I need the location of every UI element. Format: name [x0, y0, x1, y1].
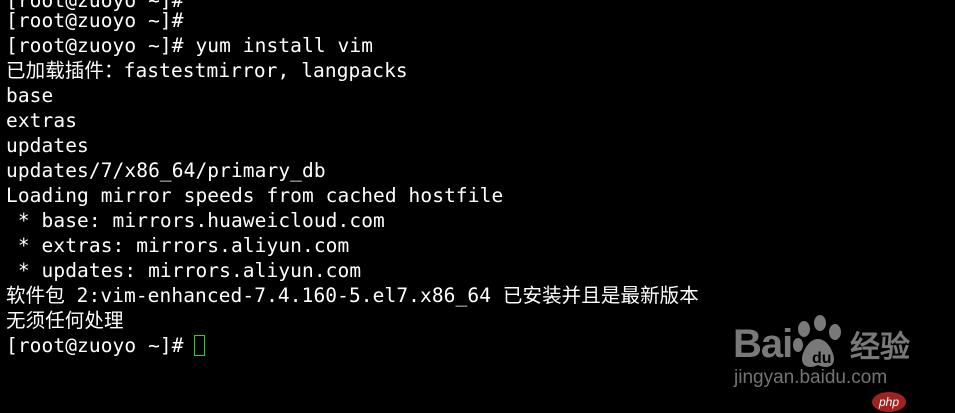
svg-text:du: du	[812, 350, 832, 367]
terminal-line: 软件包 2:vim-enhanced-7.4.160-5.el7.x86_64 …	[6, 284, 699, 307]
terminal-line: 无须任何处理	[6, 309, 124, 332]
terminal-line: extras	[6, 109, 78, 132]
baidu-paw-icon: du	[793, 315, 841, 367]
terminal-line: * updates: mirrors.aliyun.com	[6, 259, 362, 282]
terminal-line: updates	[6, 134, 89, 157]
terminal-line: * extras: mirrors.aliyun.com	[6, 234, 350, 257]
watermark-brand-suffix: 经验	[850, 330, 910, 365]
php-badge: php	[872, 392, 906, 412]
terminal-line: * base: mirrors.huaweicloud.com	[6, 209, 385, 232]
terminal-line: [root@zuoyo ~]# yum install vim	[6, 34, 374, 57]
prompt-text: [root@zuoyo ~]#	[6, 334, 184, 357]
terminal-window[interactable]: [root@zuoyo ~]# [root@zuoyo ~]# [root@zu…	[0, 0, 955, 413]
terminal-line: 已加载插件：fastestmirror, langpacks	[6, 59, 408, 82]
terminal-line: Loading mirror speeds from cached hostfi…	[6, 184, 504, 207]
terminal-line: base	[6, 84, 54, 107]
terminal-line: updates/7/x86_64/primary_db	[6, 159, 326, 182]
watermark-brand: Bai	[733, 322, 793, 366]
watermark-url: jingyan.baidu.com	[734, 367, 888, 388]
terminal-line: [root@zuoyo ~]#	[6, 9, 184, 32]
terminal-prompt-line[interactable]: [root@zuoyo ~]#	[6, 333, 205, 358]
text-cursor	[193, 335, 205, 356]
